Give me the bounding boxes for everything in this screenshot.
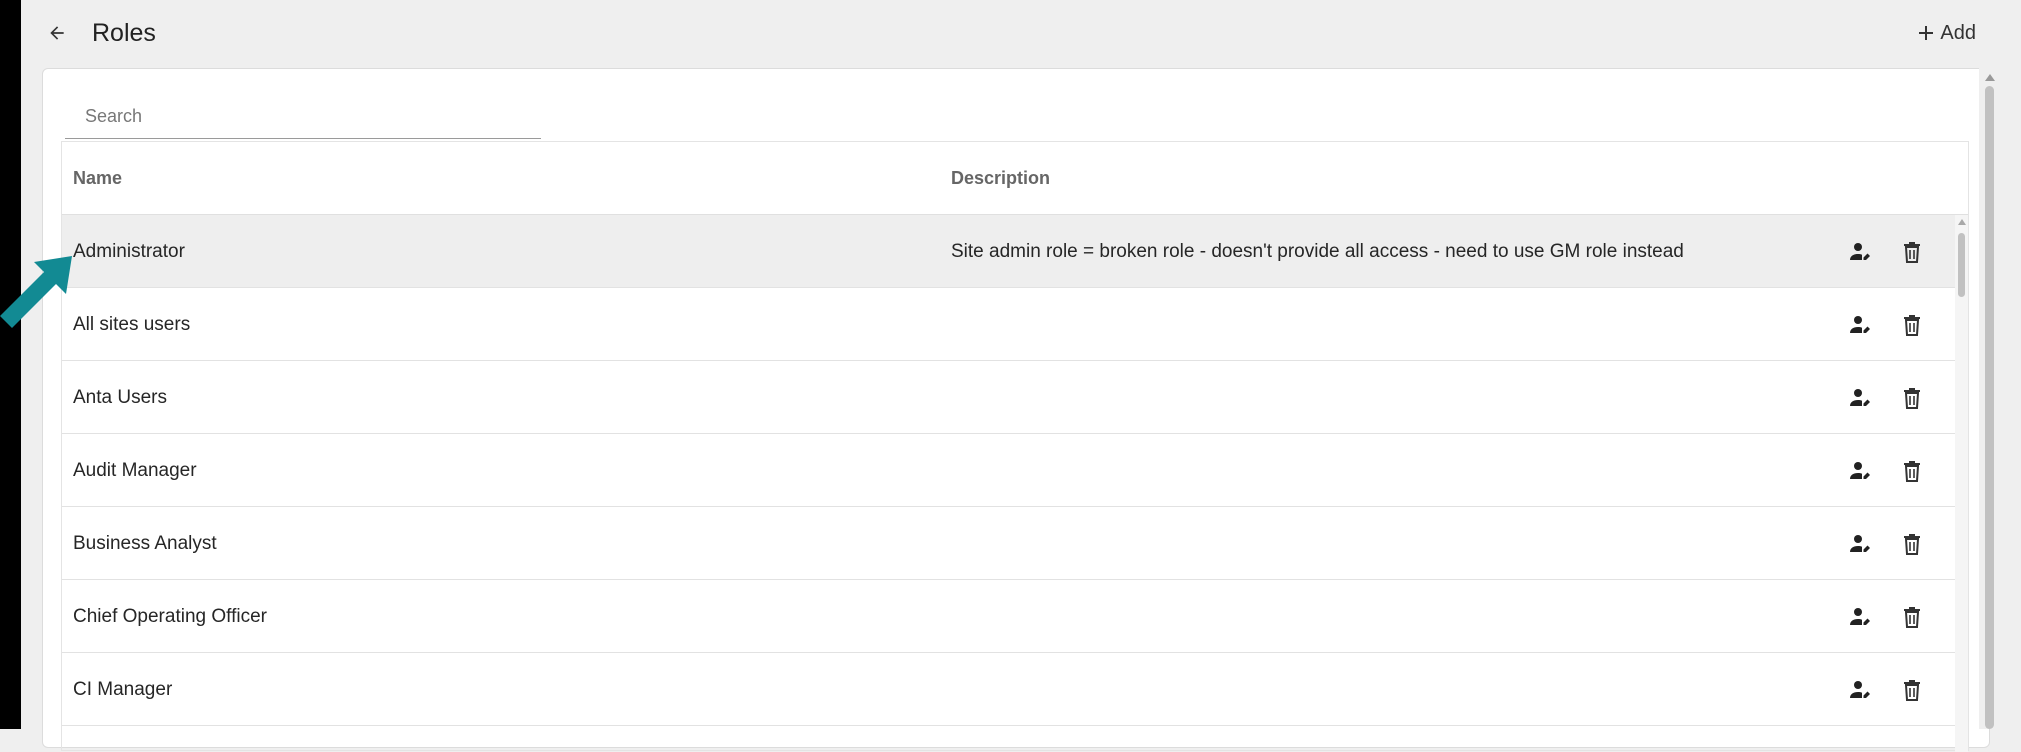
delete-role-button[interactable] bbox=[1897, 383, 1927, 413]
delete-role-button[interactable] bbox=[1897, 456, 1927, 486]
scroll-up-arrow-icon[interactable] bbox=[1958, 219, 1966, 225]
search-input[interactable] bbox=[65, 95, 541, 138]
role-name: Audit Manager bbox=[73, 460, 197, 481]
trash-icon bbox=[1904, 388, 1920, 409]
trash-icon bbox=[1904, 534, 1920, 555]
user-edit-icon bbox=[1850, 462, 1870, 479]
role-name: CI Manager bbox=[73, 679, 173, 700]
table-row[interactable]: CI Manager bbox=[62, 653, 1955, 726]
table-scrollbar[interactable] bbox=[1955, 215, 1968, 752]
column-header-description[interactable]: Description bbox=[951, 142, 1050, 215]
role-name: Business Analyst bbox=[73, 533, 217, 554]
page-header: Roles Add bbox=[21, 0, 2000, 68]
trash-icon bbox=[1904, 680, 1920, 701]
add-role-button[interactable]: Add bbox=[1918, 20, 1976, 46]
table-row[interactable]: All sites users bbox=[62, 288, 1955, 361]
delete-role-button[interactable] bbox=[1897, 675, 1927, 705]
table-row[interactable]: Chief Operating Officer bbox=[62, 580, 1955, 653]
user-edit-icon bbox=[1850, 316, 1870, 333]
table-row[interactable]: Audit Manager bbox=[62, 434, 1955, 507]
table-body: Administrator Site admin role = broken r… bbox=[62, 215, 1968, 752]
delete-role-button[interactable] bbox=[1897, 310, 1927, 340]
trash-icon bbox=[1904, 607, 1920, 628]
role-name: Chief Operating Officer bbox=[73, 606, 267, 627]
assign-users-button[interactable] bbox=[1846, 529, 1876, 559]
user-edit-icon bbox=[1850, 389, 1870, 406]
trash-icon bbox=[1904, 315, 1920, 336]
left-black-strip bbox=[0, 0, 21, 729]
role-name: Administrator bbox=[73, 241, 185, 262]
assign-users-button[interactable] bbox=[1846, 456, 1876, 486]
page-title: Roles bbox=[92, 19, 156, 47]
trash-icon bbox=[1904, 242, 1920, 263]
delete-role-button[interactable] bbox=[1897, 237, 1927, 267]
scrollbar-thumb[interactable] bbox=[1958, 233, 1965, 297]
assign-users-button[interactable] bbox=[1846, 383, 1876, 413]
assign-users-button[interactable] bbox=[1846, 310, 1876, 340]
table-row[interactable]: Administrator Site admin role = broken r… bbox=[62, 215, 1955, 288]
user-edit-icon bbox=[1850, 681, 1870, 698]
table-row[interactable]: Anta Users bbox=[62, 361, 1955, 434]
plus-icon bbox=[1919, 26, 1934, 40]
column-header-name[interactable]: Name bbox=[73, 142, 122, 215]
table-header: Name Description bbox=[62, 142, 1968, 215]
delete-role-button[interactable] bbox=[1897, 602, 1927, 632]
user-edit-icon bbox=[1850, 243, 1870, 260]
search-box bbox=[65, 95, 541, 139]
page-scrollbar[interactable] bbox=[1979, 68, 2000, 729]
assign-users-button[interactable] bbox=[1846, 602, 1876, 632]
roles-card: Name Description Administrator Site admi… bbox=[42, 68, 1990, 752]
page-scroll-up-arrow-icon[interactable] bbox=[1985, 74, 1995, 81]
role-name: All sites users bbox=[73, 314, 191, 335]
role-name: Anta Users bbox=[73, 387, 167, 408]
back-button[interactable] bbox=[42, 18, 72, 48]
assign-users-button[interactable] bbox=[1846, 675, 1876, 705]
user-edit-icon bbox=[1850, 608, 1870, 625]
roles-table: Name Description Administrator Site admi… bbox=[61, 141, 1969, 752]
table-row[interactable]: Business Analyst bbox=[62, 507, 1955, 580]
page-scrollbar-thumb[interactable] bbox=[1985, 86, 1994, 729]
add-label: Add bbox=[1940, 22, 1976, 44]
roles-page: Roles Add Name Description Administrator… bbox=[21, 0, 2000, 752]
arrow-back-icon bbox=[50, 26, 64, 40]
role-description: Site admin role = broken role - doesn't … bbox=[951, 241, 1684, 262]
delete-role-button[interactable] bbox=[1897, 529, 1927, 559]
trash-icon bbox=[1904, 461, 1920, 482]
assign-users-button[interactable] bbox=[1846, 237, 1876, 267]
user-edit-icon bbox=[1850, 535, 1870, 552]
